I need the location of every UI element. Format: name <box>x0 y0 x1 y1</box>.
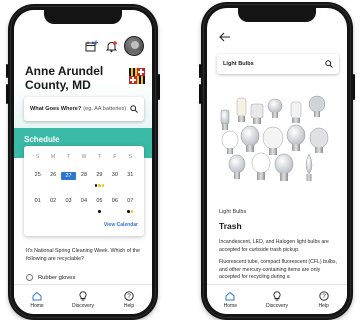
tab-help[interactable]: ? Help <box>106 285 152 314</box>
search-label: What Goes Where? <box>30 106 82 112</box>
schedule-title: Schedule <box>24 135 60 144</box>
quiz-question: It's National Spring Cleaning Week. Whic… <box>26 248 140 262</box>
tab-label: Help <box>123 302 135 309</box>
bell-icon[interactable] <box>104 39 118 53</box>
search-placeholder: (eg. AA batteries) <box>83 106 127 112</box>
header-actions <box>84 36 144 56</box>
pickup-dot <box>98 210 101 213</box>
back-arrow-icon[interactable] <box>219 32 231 42</box>
description-paragraph: Incandescent, LED, and Halogen light bul… <box>219 239 329 253</box>
tab-label: Home <box>223 302 237 309</box>
lightbulb-icon <box>79 290 87 300</box>
radio-button[interactable] <box>26 274 33 281</box>
svg-text:?: ? <box>322 294 326 300</box>
home-icon <box>225 291 235 300</box>
tab-discovery[interactable]: Discovery <box>60 285 106 314</box>
calendar-day[interactable]: 04 <box>76 198 91 204</box>
search-input[interactable]: Light Bulbs <box>217 54 339 74</box>
tab-discovery[interactable]: Discovery <box>254 285 301 314</box>
disposal-description: Incandescent, LED, and Halogen light bul… <box>219 239 339 287</box>
dow-label: F <box>113 154 117 160</box>
calendar-day[interactable]: 25 <box>30 172 45 180</box>
notch <box>44 10 122 24</box>
stage: Anne Arundel County, MD What Goes Where?… <box>0 0 360 320</box>
calendar-day[interactable]: 31 <box>123 172 138 180</box>
home-screen: Anne Arundel County, MD What Goes Where?… <box>14 10 152 314</box>
view-calendar-link[interactable]: View Calendar <box>104 222 138 228</box>
item-category: Light Bulbs <box>219 209 247 215</box>
calendar-day[interactable]: 07 <box>123 198 138 204</box>
dow-label: S <box>36 154 40 160</box>
tab-home[interactable]: Home <box>207 285 254 314</box>
calendar-days-of-week: S M T W T F S <box>30 154 138 160</box>
calendar-day[interactable]: 29 <box>92 172 107 180</box>
avatar[interactable] <box>124 36 144 56</box>
help-icon: ? <box>319 290 329 301</box>
pickup-dot <box>130 210 134 213</box>
calendar-day[interactable]: 26 <box>45 172 60 180</box>
page-title: Anne Arundel County, MD <box>25 64 104 92</box>
lightbulb-icon <box>273 290 281 300</box>
dow-label: S <box>128 154 132 160</box>
calendar-day[interactable]: 30 <box>107 172 122 180</box>
svg-text:?: ? <box>127 294 131 300</box>
dow-label: T <box>97 154 101 160</box>
calendar-day[interactable]: 05 <box>92 198 107 204</box>
notch <box>238 8 316 22</box>
calendar-week-1: 25 26 27 28 29 30 31 <box>30 172 138 180</box>
search-icon[interactable] <box>130 105 138 113</box>
pickup-indicators-week-2 <box>30 210 138 214</box>
calendar-plus-icon[interactable] <box>84 39 98 53</box>
tab-bar: Home Discovery ? Help <box>14 284 152 314</box>
phone-item-detail-screen: Light Bulbs Light Bulbs Trash Incandesce… <box>199 2 355 320</box>
tab-help[interactable]: ? Help <box>300 285 347 314</box>
calendar-card: S M T W T F S 25 26 27 28 29 30 31 01 02… <box>24 146 144 236</box>
quiz-option[interactable]: Rubber gloves <box>26 274 75 281</box>
pickup-indicators-week-1 <box>30 184 138 188</box>
phone-home-screen: Anne Arundel County, MD What Goes Where?… <box>6 4 160 320</box>
item-detail-screen: Light Bulbs Light Bulbs Trash Incandesce… <box>207 8 347 314</box>
calendar-day[interactable]: 03 <box>61 198 76 204</box>
calendar-week-2: 01 02 03 04 05 06 07 <box>30 198 138 204</box>
tab-label: Discovery <box>72 302 94 309</box>
calendar-day-today[interactable]: 27 <box>60 172 77 180</box>
pickup-dot <box>98 184 101 187</box>
maryland-flag-icon <box>129 68 145 84</box>
help-icon: ? <box>124 290 134 301</box>
tab-label: Home <box>30 302 44 309</box>
light-bulbs-image <box>220 95 329 181</box>
calendar-day[interactable]: 01 <box>30 198 45 204</box>
pickup-dot <box>94 184 98 187</box>
dow-label: T <box>67 154 71 160</box>
pickup-dot <box>101 184 105 187</box>
description-paragraph: Fluorescent tube, compact fluorescent (C… <box>219 259 337 281</box>
tab-bar: Home Discovery ? Help <box>207 284 347 314</box>
calendar-day[interactable]: 02 <box>45 198 60 204</box>
calendar-day[interactable]: 06 <box>107 198 122 204</box>
search-icon[interactable] <box>325 60 333 68</box>
pickup-dot <box>127 210 130 213</box>
dow-label: M <box>51 154 56 160</box>
home-icon <box>32 291 42 300</box>
tab-label: Help <box>318 302 329 309</box>
search-value: Light Bulbs <box>223 61 254 67</box>
quiz-option-label: Rubber gloves <box>38 274 76 281</box>
search-input[interactable]: What Goes Where? (eg. AA batteries) <box>24 97 144 121</box>
dow-label: W <box>81 154 87 160</box>
tab-label: Discovery <box>266 302 288 309</box>
calendar-day[interactable]: 28 <box>76 172 91 180</box>
disposal-heading: Trash <box>219 221 242 231</box>
tab-home[interactable]: Home <box>14 285 60 314</box>
